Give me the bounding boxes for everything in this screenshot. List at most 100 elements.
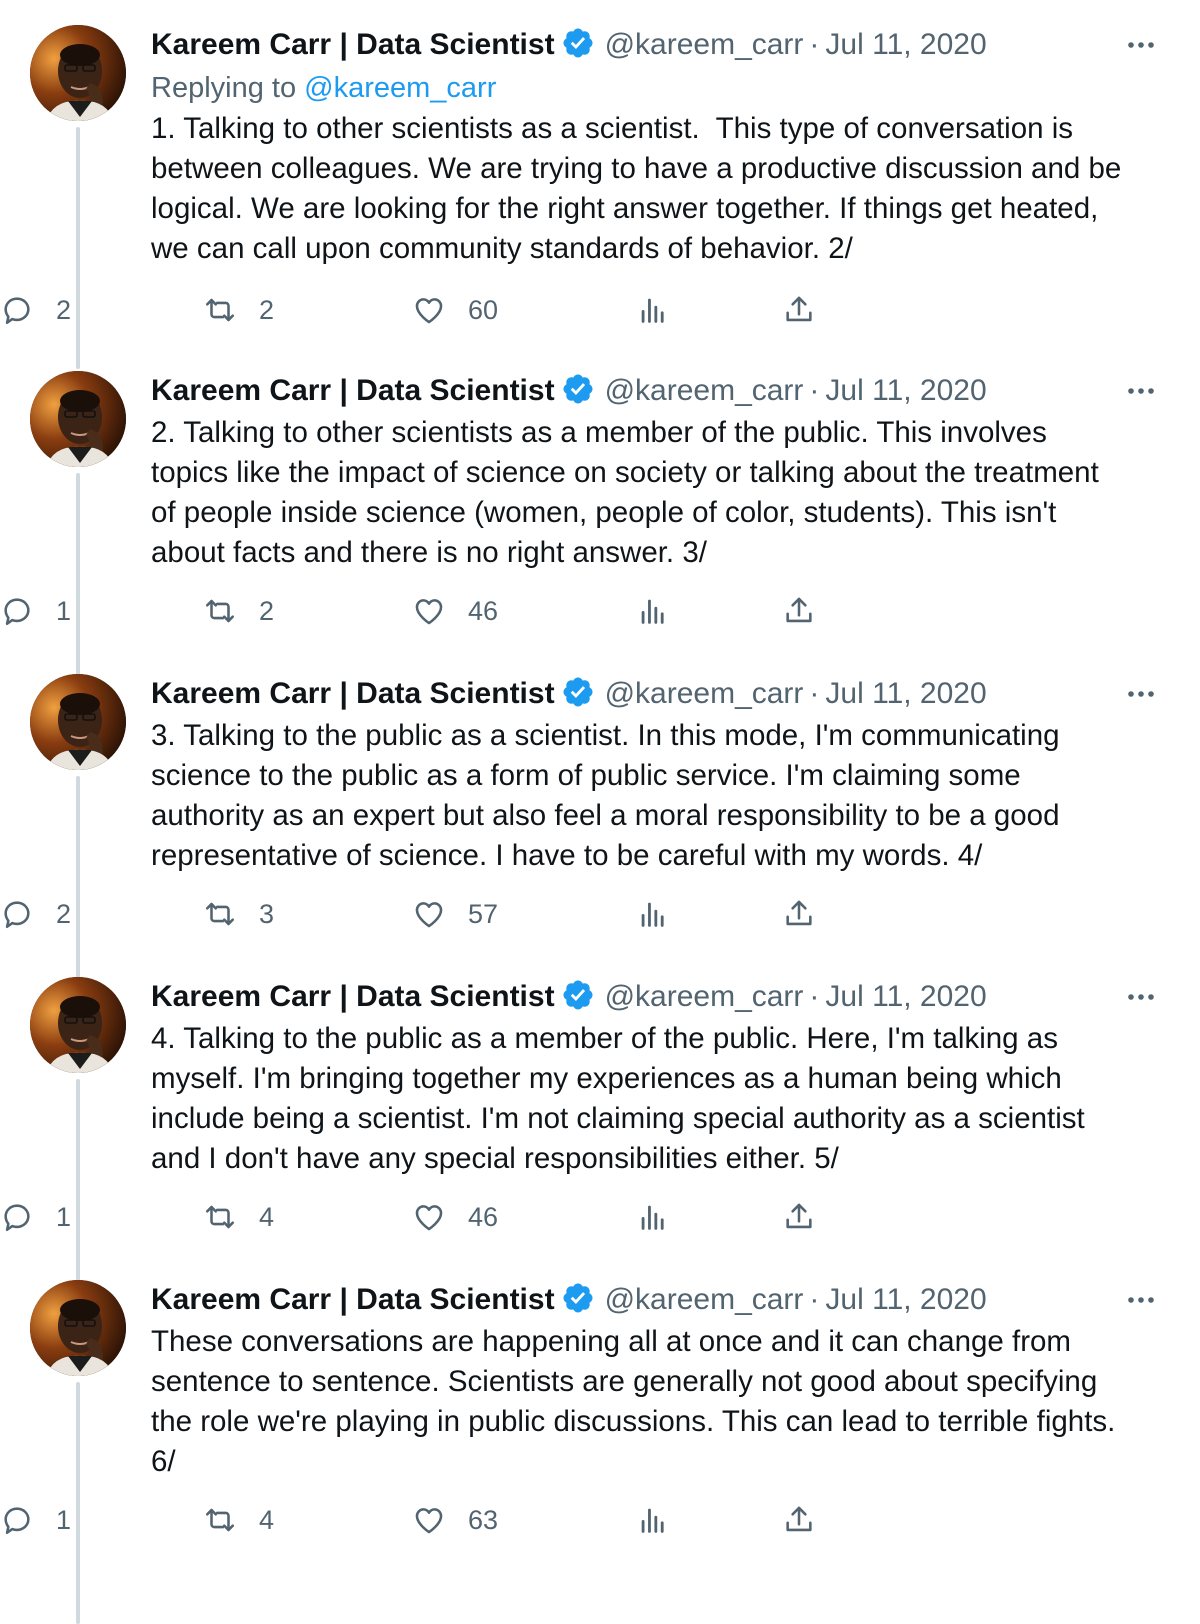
like-count: 46	[468, 1201, 499, 1232]
reply-icon	[4, 1507, 30, 1535]
reply-button[interactable]: 2	[0, 290, 71, 330]
tweet-content: Kareem Carr | Data Scientist @kareem_carr…	[151, 977, 1161, 1179]
share-button[interactable]	[782, 591, 816, 631]
author-name[interactable]: Kareem Carr | Data Scientist	[151, 980, 555, 1013]
tweet-content: Kareem Carr | Data Scientist @kareem_carr…	[151, 371, 1161, 573]
reply-button[interactable]: 1	[0, 1500, 71, 1540]
retweet-icon	[205, 1508, 235, 1532]
avatar[interactable]	[30, 674, 126, 770]
views-button[interactable]	[636, 1500, 670, 1540]
reply-button[interactable]: 2	[0, 894, 71, 934]
thread-line	[76, 127, 80, 369]
retweet-button[interactable]: 3	[203, 894, 274, 934]
reply-icon	[4, 598, 30, 626]
more-options-icon[interactable]	[1121, 674, 1161, 714]
share-button[interactable]	[782, 894, 816, 934]
author-handle[interactable]: @kareem_carr	[605, 677, 804, 710]
retweet-button[interactable]: 4	[203, 1500, 274, 1540]
tweet-header: Kareem Carr | Data Scientist @kareem_carr…	[151, 977, 1161, 1017]
author-handle[interactable]: @kareem_carr	[605, 28, 804, 61]
reply-count: 1	[56, 1201, 72, 1232]
author-handle[interactable]: @kareem_carr	[605, 1283, 804, 1316]
share-icon	[786, 1506, 812, 1532]
replying-to-label: Replying to	[151, 72, 297, 104]
avatar[interactable]	[30, 371, 126, 467]
separator-dot: ·	[809, 28, 820, 61]
views-button[interactable]	[636, 894, 670, 934]
tweet-date[interactable]: Jul 11, 2020	[825, 980, 986, 1013]
like-count: 46	[468, 595, 499, 626]
more-options-icon[interactable]	[1121, 977, 1161, 1017]
reply-button[interactable]: 1	[0, 591, 71, 631]
tweet-actions: 1 4 63	[0, 1500, 1010, 1540]
author-handle[interactable]: @kareem_carr	[605, 374, 804, 407]
share-button[interactable]	[782, 1500, 816, 1540]
retweet-button[interactable]: 2	[203, 591, 274, 631]
share-icon	[786, 1203, 812, 1229]
tweet-actions: 2 3 57	[0, 894, 1010, 934]
reply-count: 2	[56, 898, 72, 929]
author-handle[interactable]: @kareem_carr	[605, 980, 804, 1013]
tweet-header: Kareem Carr | Data Scientist @kareem_carr…	[151, 1280, 1161, 1320]
like-count: 57	[468, 898, 499, 929]
author-name[interactable]: Kareem Carr | Data Scientist	[151, 1283, 555, 1316]
views-button[interactable]	[636, 1197, 670, 1237]
like-button[interactable]: 57	[412, 894, 498, 934]
retweet-button[interactable]: 2	[203, 290, 274, 330]
retweet-button[interactable]: 4	[203, 1197, 274, 1237]
retweet-icon	[205, 298, 235, 322]
replying-to: Replying to @kareem_carr	[151, 69, 1161, 107]
verified-badge-icon	[563, 374, 593, 404]
views-icon	[641, 1508, 664, 1533]
like-icon	[415, 599, 443, 625]
retweet-count: 3	[259, 898, 275, 929]
separator-dot: ·	[809, 374, 820, 407]
avatar[interactable]	[30, 977, 126, 1073]
like-button[interactable]: 60	[412, 290, 498, 330]
retweet-count: 2	[259, 595, 275, 626]
tweet-text: 1. Talking to other scientists as a scie…	[151, 112, 1122, 265]
avatar[interactable]	[30, 25, 126, 121]
views-button[interactable]	[636, 591, 670, 631]
retweet-count: 4	[259, 1201, 275, 1232]
tweet-date[interactable]: Jul 11, 2020	[825, 1283, 986, 1316]
tweet-thread: Kareem Carr | Data Scientist @kareem_carr…	[0, 0, 1200, 1624]
like-button[interactable]: 46	[412, 591, 498, 631]
tweet-date[interactable]: Jul 11, 2020	[825, 374, 986, 407]
reply-button[interactable]: 1	[0, 1197, 71, 1237]
views-icon	[641, 298, 664, 323]
avatar[interactable]	[30, 1280, 126, 1376]
more-options-icon[interactable]	[1121, 1280, 1161, 1320]
views-icon	[641, 1205, 664, 1230]
author-name[interactable]: Kareem Carr | Data Scientist	[151, 677, 555, 710]
tweet-content: Kareem Carr | Data Scientist @kareem_carr…	[151, 1280, 1161, 1482]
tweet-date[interactable]: Jul 11, 2020	[825, 677, 986, 710]
avatar-image	[30, 1280, 126, 1376]
share-button[interactable]	[782, 1197, 816, 1237]
avatar-image	[30, 371, 126, 467]
reply-icon	[4, 297, 30, 325]
more-options-icon[interactable]	[1121, 371, 1161, 411]
verified-badge-icon	[563, 980, 593, 1010]
more-options-icon[interactable]	[1121, 25, 1161, 65]
replying-to-mention[interactable]: @kareem_carr	[304, 72, 496, 104]
like-count: 60	[468, 294, 499, 325]
reply-count: 1	[56, 595, 72, 626]
tweet-date[interactable]: Jul 11, 2020	[825, 28, 986, 61]
reply-icon	[4, 1204, 30, 1232]
reply-count: 1	[56, 1504, 72, 1535]
like-count: 63	[468, 1504, 499, 1535]
like-button[interactable]: 46	[412, 1197, 498, 1237]
reply-icon	[4, 901, 30, 929]
share-button[interactable]	[782, 290, 816, 330]
share-icon	[786, 900, 812, 926]
author-name[interactable]: Kareem Carr | Data Scientist	[151, 28, 555, 61]
tweet-content: Kareem Carr | Data Scientist @kareem_carr…	[151, 674, 1161, 876]
tweet-text: 3. Talking to the public as a scientist.…	[151, 719, 1060, 872]
author-name[interactable]: Kareem Carr | Data Scientist	[151, 374, 555, 407]
retweet-count: 4	[259, 1504, 275, 1535]
retweet-icon	[205, 1205, 235, 1229]
like-button[interactable]: 63	[412, 1500, 498, 1540]
tweet-header: Kareem Carr | Data Scientist @kareem_carr…	[151, 25, 1161, 65]
views-button[interactable]	[636, 290, 670, 330]
